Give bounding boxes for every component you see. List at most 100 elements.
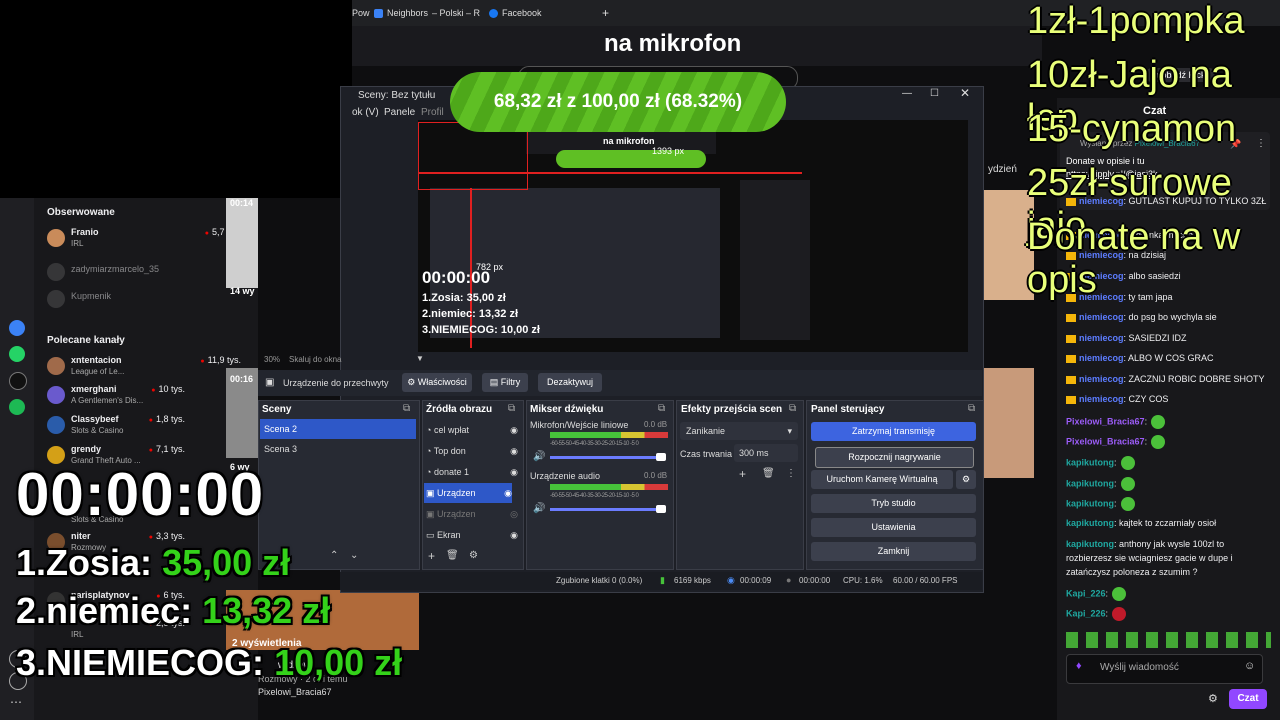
source-item[interactable]: ◔ Top don ◉ [426,441,518,461]
remove-source-icon[interactable]: 🗑 [446,550,459,561]
browser-tab[interactable]: Pow [352,4,370,22]
obs-title: Sceny: Bez tytułu [358,90,436,101]
volume-slider[interactable] [550,456,660,459]
remove-transition-icon[interactable]: 🗑 [762,468,775,479]
undock-icon[interactable]: ⧉ [789,403,796,414]
zoom-dropdown-icon[interactable]: ▼ [416,354,424,363]
donation-goal-bar: 68,32 zł z 100,00 zł (68.32%) [450,72,786,132]
avatar [47,229,65,247]
menu-profile[interactable]: Profil [421,107,444,118]
virtual-camera-settings-icon[interactable]: ⚙ [956,470,976,489]
source-item[interactable]: ◔ cel wpłat ◉ [426,420,518,440]
zoom-level: 30% [264,355,281,364]
eye-hidden-icon[interactable]: ◎ [510,504,518,524]
scene-item[interactable]: Scena 2 [260,419,416,439]
sidebar-channel[interactable]: Classybeef Slots & Casino 1,8 tys. [47,413,247,443]
source-item[interactable]: ▣ Urządzen ◉ [424,483,512,503]
close-button[interactable]: ✕ [960,86,970,100]
more-icon[interactable]: ⋮ [786,468,796,479]
menu-view[interactable]: ok (V) [352,107,379,118]
source-settings-icon[interactable]: ⚙ [469,550,478,561]
duration-input[interactable]: 300 ms [734,444,798,462]
undock-icon[interactable]: ⧉ [403,403,410,414]
browser-tab[interactable]: Facebook [489,4,542,22]
mixer-db: 0.0 dB [644,471,668,480]
dropped-frames: Zgubione klatki 0 (0.0%) [556,576,643,585]
exit-button[interactable]: Zamknij [811,542,976,561]
leaderboard-row: 3.NIEMIECOG: 10,00 zł [16,642,403,683]
x-icon[interactable] [9,372,27,390]
source-item[interactable]: ▭ Ekran ◉ [426,525,518,545]
maximize-button[interactable]: ☐ [930,88,939,99]
zoom-mode[interactable]: Skaluj do okna [289,355,341,364]
speaker-icon[interactable]: 🔊 [533,503,545,514]
undock-icon[interactable]: ⧉ [968,403,975,414]
whatsapp-icon[interactable] [9,346,25,362]
settings-button[interactable]: Ustawienia [811,518,976,537]
sort-dropdown[interactable]: ydzień [988,164,1017,175]
volume-knob[interactable] [656,505,666,513]
eye-icon[interactable]: ◉ [510,441,518,461]
eye-icon[interactable]: ◉ [504,483,512,503]
transitions-title: Efekty przejścia scen [681,404,783,415]
audio-meter [550,432,668,438]
filters-button[interactable]: ▤ Filtry [482,373,528,392]
sources-title: Źródła obrazu [426,404,493,415]
more-icon[interactable]: ⋯ [10,695,22,709]
camera-icon: ▣ [426,509,435,519]
mixer-channel-name: Mikrofon/Wejście liniowe [530,420,629,430]
add-transition-icon[interactable]: + [739,467,746,481]
volume-slider[interactable] [550,508,660,511]
sidebar-channel[interactable]: Kupmenik [47,287,247,317]
studio-mode-button[interactable]: Tryb studio [811,494,976,513]
transition-select[interactable]: Zanikanie ▾ [680,422,798,440]
undock-icon[interactable]: ⧉ [508,403,515,414]
preview-board-3: 3.NIEMIECOG: 10,00 zł [422,324,540,336]
stop-streaming-button[interactable]: Zatrzymaj transmisję [811,422,976,441]
source-item[interactable]: ◔ donate 1 ◉ [426,462,518,482]
preview-board-1: 1.Zosia: 35,00 zł [422,292,506,304]
menu-docks[interactable]: Panele [384,107,415,118]
scene-item[interactable]: Scena 3 [264,439,297,459]
chat-send-button[interactable]: Czat [1229,689,1267,709]
preview-width-label: 1393 px [652,146,685,156]
sidebar-channel[interactable]: xntentacion League of Le... 11,9 tys. [47,354,247,384]
undock-icon[interactable]: ⧉ [658,403,665,414]
minimize-button[interactable]: — [902,88,912,99]
speaker-icon[interactable]: 🔊 [533,451,545,462]
move-down-icon[interactable]: ⌄ [350,550,358,561]
properties-button[interactable]: ⚙ Właściwości [402,373,472,392]
video-thumbnail[interactable] [226,198,258,288]
new-tab-button[interactable]: + [602,4,609,22]
messenger-icon[interactable] [9,320,25,336]
source-item[interactable]: ▣ Urządzen ◎ [426,504,518,524]
channel-name: Franio [71,227,99,237]
emote-bar[interactable] [1066,632,1271,648]
add-source-icon[interactable]: + [428,549,435,563]
emoji-icon[interactable]: ☺ [1244,660,1255,672]
emote-icon [1112,587,1127,601]
volume-knob[interactable] [656,453,666,461]
sidebar-channel[interactable]: xmerghani A Gentlemen's Dis... 10 tys. [47,383,247,413]
deactivate-button[interactable]: Dezaktywuj [538,373,602,392]
record-time: 00:00:00 [799,576,831,585]
browser-tab[interactable]: Neighbors – Polski – R [374,4,480,22]
move-up-icon[interactable]: ⌃ [330,550,338,561]
bits-icon[interactable]: ♦ [1076,660,1082,672]
controls-title: Panel sterujący [811,404,885,415]
start-virtual-camera-button[interactable]: Uruchom Kamerę Wirtualną [811,470,953,489]
start-recording-button[interactable]: Rozpocznij nagrywanie [815,447,974,468]
emote-icon [1120,456,1135,470]
eye-icon[interactable]: ◉ [510,420,518,440]
eye-icon[interactable]: ◉ [510,525,518,545]
settings-gear-icon[interactable]: ⚙ [1208,692,1218,705]
sidebar-channel[interactable]: zadymiarzmarcelo_35 [47,260,247,290]
spotify-icon[interactable] [9,399,25,415]
eye-icon[interactable]: ◉ [510,462,518,482]
stream-timer: 00:00:00 [16,461,265,528]
selection-box[interactable] [418,122,528,190]
sidebar-channel[interactable]: FranioIRL5,7 tys. [47,226,247,256]
thumb-duration: 00:14 [230,198,254,208]
chat-message: Pixelowi_Bracia67: [1066,435,1166,449]
emote-icon [1120,477,1135,491]
